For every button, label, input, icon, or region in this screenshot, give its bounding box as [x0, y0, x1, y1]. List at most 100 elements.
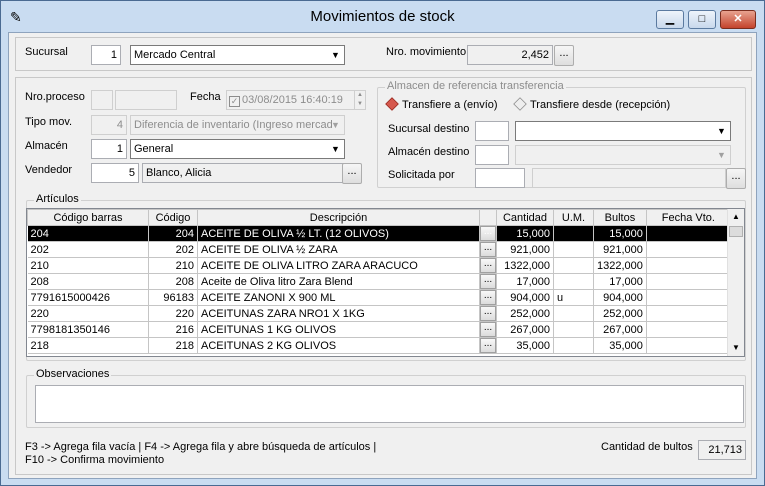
cell-um[interactable]	[553, 305, 594, 322]
cell-desc[interactable]: Aceite de Oliva litro Zara Blend	[197, 273, 480, 290]
tipo-mov-code-field[interactable]: 4	[91, 115, 127, 135]
cell-qty[interactable]: 921,000	[496, 241, 554, 258]
cell-bultos[interactable]: 17,000	[593, 273, 647, 290]
cell-desc[interactable]: ACEITUNAS ZARA NRO1 X 1KG	[197, 305, 480, 322]
cell-bultos[interactable]: 267,000	[593, 321, 647, 338]
radio-transfiere-recepcion[interactable]: Transfiere desde (recepción)	[513, 97, 670, 112]
radio-transfiere-envio[interactable]: Transfiere a (envío)	[385, 97, 498, 112]
cell-barcode[interactable]: 204	[27, 225, 149, 242]
cell-bultos[interactable]: 15,000	[593, 225, 647, 242]
cell-qty[interactable]: 15,000	[496, 225, 554, 242]
col-fecha-vto[interactable]: Fecha Vto.	[645, 209, 731, 226]
cell-button[interactable]: ...	[479, 321, 497, 338]
cell-barcode[interactable]: 218	[27, 337, 149, 354]
almacen-combo[interactable]: General ▼	[130, 139, 345, 159]
almacen-destino-combo[interactable]: ▼	[515, 145, 731, 165]
cell-bultos[interactable]: 35,000	[593, 337, 647, 354]
table-row[interactable]: 204 204 ACEITE DE OLIVA ½ LT. (12 OLIVOS…	[27, 225, 731, 242]
cell-um[interactable]	[553, 257, 594, 274]
row-browse-button[interactable]: ...	[480, 242, 496, 257]
cell-vto[interactable]	[646, 241, 731, 258]
cell-vto[interactable]	[646, 289, 731, 306]
cell-qty[interactable]: 1322,000	[496, 257, 554, 274]
solicitada-por-code-field[interactable]	[475, 168, 525, 188]
cell-code[interactable]: 204	[148, 225, 198, 242]
vendedor-browse-button[interactable]: ...	[342, 163, 362, 184]
row-browse-button[interactable]: ...	[480, 322, 496, 337]
cell-barcode[interactable]: 220	[27, 305, 149, 322]
cell-vto[interactable]	[646, 305, 731, 322]
cell-bultos[interactable]: 1322,000	[593, 257, 647, 274]
chevron-down-icon[interactable]: ▼	[327, 46, 344, 64]
maximize-button[interactable]: □	[688, 10, 716, 29]
cell-vto[interactable]	[646, 321, 731, 338]
col-um[interactable]: U.M.	[553, 209, 594, 226]
cell-desc[interactable]: ACEITE DE OLIVA LITRO ZARA ARACUCO	[197, 257, 480, 274]
sucursal-destino-code-field[interactable]	[475, 121, 509, 141]
observaciones-textarea[interactable]	[35, 385, 744, 423]
cell-um[interactable]	[553, 273, 594, 290]
cell-bultos[interactable]: 904,000	[593, 289, 647, 306]
cell-um[interactable]: u	[553, 289, 594, 306]
tipo-mov-combo[interactable]: Diferencia de inventario (Ingreso mercad…	[130, 115, 345, 135]
articulos-grid[interactable]: Código barras Código Descripción Cantida…	[26, 208, 745, 357]
col-codigo[interactable]: Código	[148, 209, 198, 226]
cell-code[interactable]: 202	[148, 241, 198, 258]
cell-button[interactable]: ...	[479, 273, 497, 290]
close-button[interactable]: ✕	[720, 10, 756, 29]
almacen-destino-code-field[interactable]	[475, 145, 509, 165]
table-row[interactable]: 220 220 ACEITUNAS ZARA NRO1 X 1KG ... 25…	[27, 305, 731, 322]
cell-bultos[interactable]: 252,000	[593, 305, 647, 322]
solicitada-por-browse-button[interactable]: ...	[726, 168, 746, 189]
spinner-icon[interactable]: ▲ ▼	[354, 91, 365, 109]
row-browse-button[interactable]: ...	[480, 258, 496, 273]
row-browse-button[interactable]: ...	[480, 274, 496, 289]
cell-barcode[interactable]: 202	[27, 241, 149, 258]
row-browse-button[interactable]: ...	[480, 290, 496, 305]
cell-um[interactable]	[553, 321, 594, 338]
cell-desc[interactable]: ACEITE ZANONI X 900 ML	[197, 289, 480, 306]
cell-qty[interactable]: 35,000	[496, 337, 554, 354]
nro-movimiento-field[interactable]: 2,452	[467, 45, 553, 65]
cell-code[interactable]: 210	[148, 257, 198, 274]
cell-um[interactable]	[553, 241, 594, 258]
cell-button[interactable]: ...	[479, 305, 497, 322]
cell-vto[interactable]	[646, 273, 731, 290]
col-codigo-barras[interactable]: Código barras	[27, 209, 149, 226]
scroll-thumb[interactable]	[729, 226, 743, 237]
nro-movimiento-browse-button[interactable]: ...	[554, 45, 574, 66]
fecha-picker[interactable]: ✓ 03/08/2015 16:40:19 ▲ ▼	[226, 90, 366, 110]
table-row[interactable]: 208 208 Aceite de Oliva litro Zara Blend…	[27, 273, 731, 290]
cell-um[interactable]	[553, 225, 594, 242]
cell-qty[interactable]: 904,000	[496, 289, 554, 306]
cell-barcode[interactable]: 7798181350146	[27, 321, 149, 338]
table-row[interactable]: 210 210 ACEITE DE OLIVA LITRO ZARA ARACU…	[27, 257, 731, 274]
cell-desc[interactable]: ACEITUNAS 2 KG OLIVOS	[197, 337, 480, 354]
cell-code[interactable]: 218	[148, 337, 198, 354]
cell-button[interactable]: ...	[479, 225, 497, 242]
cell-qty[interactable]: 252,000	[496, 305, 554, 322]
fecha-checkbox-icon[interactable]: ✓	[229, 96, 240, 107]
chevron-down-icon[interactable]: ▼	[713, 122, 730, 140]
chevron-down-icon[interactable]: ▼	[327, 140, 344, 158]
cell-desc[interactable]: ACEITE DE OLIVA ½ ZARA	[197, 241, 480, 258]
col-button[interactable]	[479, 209, 497, 226]
cell-bultos[interactable]: 921,000	[593, 241, 647, 258]
sucursal-code-field[interactable]: 1	[91, 45, 121, 65]
cell-code[interactable]: 208	[148, 273, 198, 290]
cell-code[interactable]: 96183	[148, 289, 198, 306]
vendedor-code-field[interactable]: 5	[91, 163, 139, 183]
col-descripcion[interactable]: Descripción	[197, 209, 480, 226]
scroll-up-arrow-icon[interactable]: ▲	[728, 209, 744, 225]
row-browse-button[interactable]: ...	[480, 226, 496, 241]
cell-barcode[interactable]: 208	[27, 273, 149, 290]
col-bultos[interactable]: Bultos	[593, 209, 647, 226]
chevron-down-icon[interactable]: ▼	[713, 146, 730, 164]
cell-button[interactable]: ...	[479, 337, 497, 354]
cell-vto[interactable]	[646, 337, 731, 354]
sucursal-destino-combo[interactable]: ▼	[515, 121, 731, 141]
scroll-down-arrow-icon[interactable]: ▼	[728, 340, 744, 356]
cell-code[interactable]: 220	[148, 305, 198, 322]
sucursal-combo[interactable]: Mercado Central ▼	[130, 45, 345, 65]
cell-desc[interactable]: ACEITUNAS 1 KG OLIVOS	[197, 321, 480, 338]
